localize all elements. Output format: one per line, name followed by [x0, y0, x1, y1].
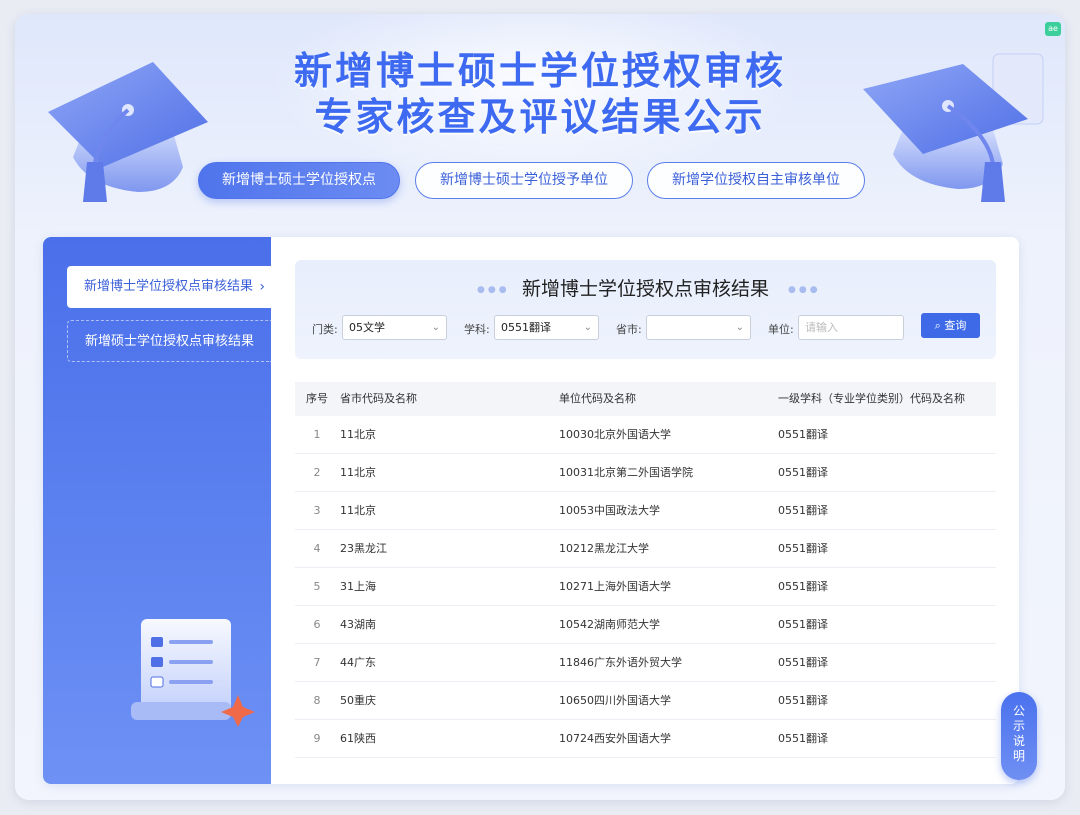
tab-self-review-units[interactable]: 新增学位授权自主审核单位 [647, 162, 865, 199]
cell-no: 6 [313, 618, 321, 631]
chevron-right-icon: › [259, 279, 265, 295]
header-unit: 单位代码及名称 [559, 392, 636, 405]
cell-province: 31上海 [340, 580, 376, 593]
cell-province: 44广东 [340, 656, 376, 669]
tab-degree-granting-units[interactable]: 新增博士硕士学位授予单位 [415, 162, 633, 199]
chevron-down-icon: ⌄ [735, 322, 744, 333]
cell-unit: 10031北京第二外国语学院 [559, 466, 693, 479]
cell-unit: 10542湖南师范大学 [559, 618, 660, 631]
cell-subject: 0551翻译 [778, 694, 828, 707]
filter-panel: ●●● 新增博士学位授权点审核结果 ●●● 门类: 05文学 ⌄ 学科: 055… [295, 260, 996, 359]
cell-province: 11北京 [340, 428, 376, 441]
notice-char: 公 [1012, 704, 1025, 718]
table-row: 7 44广东 11846广东外语外贸大学 0551翻译 [295, 644, 996, 682]
cell-subject: 0551翻译 [778, 466, 828, 479]
cell-no: 7 [313, 656, 321, 669]
sidebar-item-master-results[interactable]: 新增硕士学位授权点审核结果 [67, 320, 271, 362]
table-row: 3 11北京 10053中国政法大学 0551翻译 [295, 492, 996, 530]
cell-no: 2 [313, 466, 321, 479]
subject-select[interactable]: 0551翻译 ⌄ [494, 315, 599, 340]
page-frame: 新增博士硕士学位授权审核 专家核查及评议结果公示 ae 新增博士硕士学位授权点 … [15, 14, 1065, 800]
table-row: 4 23黑龙江 10212黑龙江大学 0551翻译 [295, 530, 996, 568]
cell-subject: 0551翻译 [778, 504, 828, 517]
subject-label: 学科: [464, 323, 490, 336]
notice-char: 示 [1012, 719, 1025, 733]
cell-province: 11北京 [340, 504, 376, 517]
header-subject: 一级学科（专业学位类别）代码及名称 [778, 392, 965, 405]
cell-subject: 0551翻译 [778, 618, 828, 631]
cell-subject: 0551翻译 [778, 580, 828, 593]
unit-input[interactable] [798, 315, 904, 340]
decorative-dots-icon: ●●● [788, 285, 821, 295]
chevron-down-icon: ⌄ [431, 322, 440, 333]
table-row: 8 50重庆 10650四川外国语大学 0551翻译 [295, 682, 996, 720]
results-table: 序号 省市代码及名称 单位代码及名称 一级学科（专业学位类别）代码及名称 1 11… [295, 382, 996, 758]
cell-no: 8 [313, 694, 321, 707]
sidebar-item-label: 新增博士学位授权点审核结果 [84, 279, 254, 294]
cell-province: 50重庆 [340, 694, 376, 707]
sidebar: 新增博士学位授权点审核结果 › 新增硕士学位授权点审核结果 [43, 237, 271, 784]
sidebar-item-doctoral-results[interactable]: 新增博士学位授权点审核结果 › [67, 266, 271, 308]
province-label: 省市: [616, 323, 642, 336]
table-row: 6 43湖南 10542湖南师范大学 0551翻译 [295, 606, 996, 644]
notice-explanation-button[interactable]: 公 示 说 明 [1001, 692, 1037, 780]
notice-char: 说 [1012, 734, 1025, 748]
page-subtitle: 专家核查及评议结果公示 [314, 95, 766, 139]
cell-province: 61陕西 [340, 732, 376, 745]
cell-subject: 0551翻译 [778, 656, 828, 669]
category-value: 05文学 [349, 321, 385, 334]
top-tabs: 新增博士硕士学位授权点 新增博士硕士学位授予单位 新增学位授权自主审核单位 [15, 162, 1065, 200]
notice-char: 明 [1012, 749, 1025, 763]
translate-icon[interactable]: ae [1045, 22, 1061, 36]
chevron-down-icon: ⌄ [583, 322, 592, 333]
cell-no: 3 [313, 504, 321, 517]
unit-label: 单位: [768, 323, 794, 336]
cell-province: 11北京 [340, 466, 376, 479]
cell-no: 9 [313, 732, 321, 745]
search-icon: ⌕ [934, 319, 941, 332]
table-row: 9 61陕西 10724西安外国语大学 0551翻译 [295, 720, 996, 758]
cell-unit: 10650四川外国语大学 [559, 694, 671, 707]
cell-unit: 10271上海外国语大学 [559, 580, 671, 593]
cell-province: 43湖南 [340, 618, 376, 631]
panel-title: 新增博士学位授权点审核结果 [521, 278, 769, 300]
main-panel: ●●● 新增博士学位授权点审核结果 ●●● 门类: 05文学 ⌄ 学科: 055… [271, 237, 1019, 784]
query-button-label: 查询 [944, 319, 967, 332]
header-province: 省市代码及名称 [340, 392, 417, 405]
table-row: 1 11北京 10030北京外国语大学 0551翻译 [295, 416, 996, 454]
table-body: 1 11北京 10030北京外国语大学 0551翻译 2 11北京 10031北京第二外国语… [295, 416, 996, 758]
cell-unit: 10030北京外国语大学 [559, 428, 671, 441]
sidebar-item-label: 新增硕士学位授权点审核结果 [85, 334, 255, 349]
cell-province: 23黑龙江 [340, 542, 387, 555]
subject-value: 0551翻译 [501, 321, 551, 334]
cell-unit: 10724西安外国语大学 [559, 732, 671, 745]
table-header: 序号 省市代码及名称 单位代码及名称 一级学科（专业学位类别）代码及名称 [295, 382, 996, 416]
table-row: 5 31上海 10271上海外国语大学 0551翻译 [295, 568, 996, 606]
document-checklist-icon [131, 619, 255, 727]
cell-no: 5 [313, 580, 321, 593]
cell-no: 1 [313, 428, 321, 441]
tab-doctoral-master-points[interactable]: 新增博士硕士学位授权点 [198, 162, 400, 199]
header-no: 序号 [306, 392, 328, 405]
category-label: 门类: [312, 323, 338, 336]
category-select[interactable]: 05文学 ⌄ [342, 315, 447, 340]
table-row: 2 11北京 10031北京第二外国语学院 0551翻译 [295, 454, 996, 492]
cell-unit: 11846广东外语外贸大学 [559, 656, 682, 669]
content-card: 新增博士学位授权点审核结果 › 新增硕士学位授权点审核结果 ●●● 新增博士学位… [43, 237, 1019, 784]
cell-no: 4 [313, 542, 321, 555]
cell-unit: 10212黑龙江大学 [559, 542, 649, 555]
cell-unit: 10053中国政法大学 [559, 504, 660, 517]
cell-subject: 0551翻译 [778, 542, 828, 555]
province-select[interactable]: ⌄ [646, 315, 751, 340]
cell-subject: 0551翻译 [778, 428, 828, 441]
query-button[interactable]: ⌕ 查询 [921, 313, 980, 338]
cell-subject: 0551翻译 [778, 732, 828, 745]
